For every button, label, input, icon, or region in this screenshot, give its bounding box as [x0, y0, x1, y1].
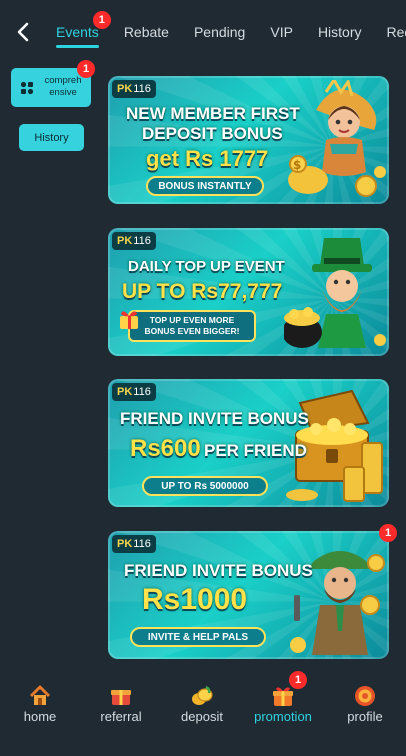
tab-pending[interactable]: Pending [194, 0, 245, 62]
top-tab-bar: Events 1 Rebate Pending VIP History Rede [0, 0, 406, 62]
filter-history-label: History [34, 131, 69, 144]
banner-headline: FRIEND INVITE BONUS [124, 561, 313, 580]
banner-bonus-amount: UP TO Rs77,777 [122, 280, 283, 303]
category-tabs: Events 1 Rebate Pending VIP History Rede [56, 0, 406, 62]
banner-headline: NEW MEMBER FIRST [126, 104, 300, 123]
nav-deposit-label: deposit [181, 709, 223, 724]
banner-headline: FRIEND INVITE BONUS [120, 409, 309, 428]
svg-text:$: $ [293, 158, 301, 172]
promo-banner-friend-invite-600[interactable]: PK 116 FRIEND INVITE BONUS Rs600 PER FRIE… [108, 379, 389, 507]
banner-badge: 1 [379, 524, 397, 542]
banner-subtext-2: BONUS EVEN BIGGER! [144, 326, 240, 336]
banner-subtext-1: TOP UP EVEN MORE [149, 315, 235, 325]
tab-events-label: Events [56, 24, 99, 40]
promo-banner-friend-invite-1000-wrap: PK116 FRIEND INVITE BONUS Rs1000 INVITE [108, 524, 397, 659]
banner-headline: DAILY TOP UP EVENT [128, 258, 285, 275]
tab-vip[interactable]: VIP [270, 0, 293, 62]
filter-comprehensive-badge: 1 [77, 60, 95, 78]
promo-banner-friend-invite-1000[interactable]: PK116 FRIEND INVITE BONUS Rs1000 INVITE [108, 531, 389, 659]
filter-comprehensive-button[interactable]: compreh ensive 1 [11, 60, 95, 107]
tab-history[interactable]: History [318, 0, 362, 62]
grid-icon [20, 81, 34, 95]
tab-redeem[interactable]: Rede [387, 0, 406, 62]
banner-cta-button[interactable]: INVITE & HELP PALS [130, 627, 266, 647]
back-arrow-icon[interactable] [12, 20, 36, 44]
tab-events-badge: 1 [92, 11, 111, 29]
banner-bonus-amount: Rs600 [130, 435, 201, 462]
gift-icon [118, 308, 140, 330]
nav-referral[interactable]: referral [81, 680, 161, 750]
banner-subtext-box: TOP UP EVEN MORE BONUS EVEN BIGGER! [128, 310, 256, 342]
tab-redeem-label: Rede [386, 24, 406, 40]
promotions-screen: Events 1 Rebate Pending VIP History Rede… [0, 0, 406, 756]
gift-box-icon [110, 685, 132, 707]
bottom-navigation: home referral deposit promotion 1 profil… [0, 671, 406, 756]
leprechaun-illustration [282, 230, 388, 354]
banner-cta-label: INVITE & HELP PALS [147, 631, 249, 643]
nav-deposit[interactable]: deposit [162, 680, 242, 750]
nav-referral-label: referral [100, 709, 142, 724]
brand-logo: PK 116 [112, 80, 156, 98]
banner-bonus-amount: get Rs 1777 [146, 146, 269, 171]
nav-promotion-label: promotion [254, 709, 312, 724]
filter-comprehensive-label: compreh ensive [44, 75, 82, 98]
coins-icon [191, 685, 213, 707]
warrior-girl-illustration: $ [286, 77, 386, 202]
tab-events[interactable]: Events 1 [56, 0, 111, 62]
tab-rebate-label: Rebate [123, 24, 169, 40]
banner-bonus-unit: PER FRIEND [204, 441, 307, 460]
banner-subheadline: DEPOSIT BONUS [142, 124, 283, 143]
filter-history-button[interactable]: History [19, 124, 84, 151]
nav-promotion-badge: 1 [289, 671, 307, 689]
nav-profile-label: profile [347, 709, 383, 724]
banner-cta-button[interactable]: UP TO Rs 5000000 [142, 476, 268, 496]
banner-cta-label: BONUS INSTANTLY [158, 180, 252, 192]
tab-vip-label: VIP [270, 24, 293, 40]
banner-cta-button[interactable]: BONUS INSTANTLY [146, 176, 264, 196]
tab-rebate[interactable]: Rebate [124, 0, 169, 62]
profile-icon [354, 685, 376, 707]
banner-bonus-amount: Rs1000 [142, 583, 248, 616]
home-icon [29, 685, 51, 707]
nav-home-label: home [23, 709, 57, 724]
banner-cta-label: UP TO Rs 5000000 [161, 480, 249, 492]
tab-pending-label: Pending [193, 24, 246, 40]
promo-banner-new-member[interactable]: PK 116 $ NEW MEMBER FIRST DEPOSIT BONUS g… [108, 76, 389, 204]
nav-profile[interactable]: profile [325, 680, 405, 750]
explorer-man-illustration [284, 535, 388, 657]
nav-promotion[interactable]: promotion 1 [243, 671, 323, 750]
nav-home[interactable]: home [0, 680, 80, 750]
active-tab-indicator [56, 45, 99, 48]
brand-logo: PK 116 [112, 383, 156, 401]
brand-logo: PK 116 [112, 232, 156, 250]
tab-history-label: History [317, 24, 362, 40]
present-icon [272, 685, 294, 707]
promo-banner-daily-topup[interactable]: PK 116 DAILY TOP UP EVENT UP TO Rs77,777 … [108, 228, 389, 356]
brand-logo: PK 116 [112, 535, 156, 553]
